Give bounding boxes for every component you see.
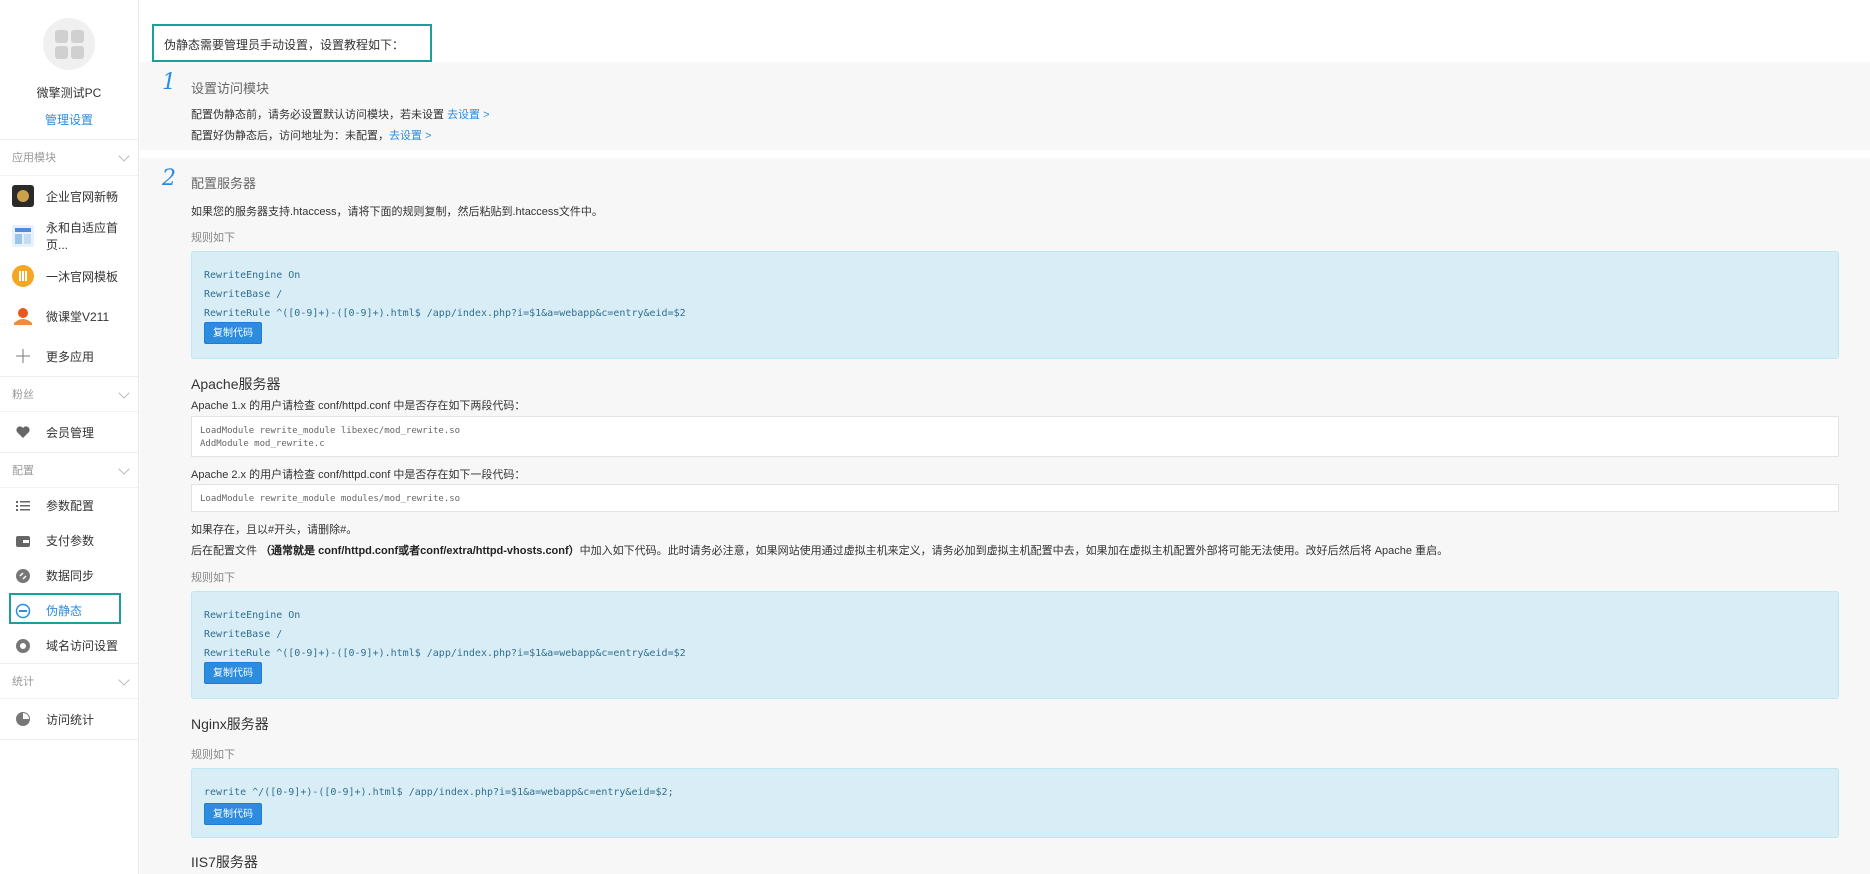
apache-note2-post: 中加入如下代码。此时请务必注意，如果网站使用通过虚拟主机来定义，请务必加到虚拟主… xyxy=(579,545,1449,557)
sidebar-item-members[interactable]: 会员管理 xyxy=(0,412,138,452)
sidebar-item-domain[interactable]: 域名访问设置 xyxy=(0,628,138,663)
apache-title: Apache服务器 xyxy=(191,376,281,392)
sidebar-item-label: 会员管理 xyxy=(46,425,95,440)
step1-line1-text: 配置伪静态前，请务必设置默认访问模块，若未设置 xyxy=(191,109,448,121)
apache-note2: 后在配置文件 （通常就是 conf/httpd.conf或者conf/extra… xyxy=(191,542,1448,558)
sidebar-item-label: 微课堂V211 xyxy=(46,309,110,324)
sidebar-item-rewrite[interactable]: 伪静态 xyxy=(0,593,138,628)
account-avatar[interactable] xyxy=(43,18,95,70)
step-1-panel: 1 设置访问模块 配置伪静态前，请务必设置默认访问模块，若未设置 去设置 > 配… xyxy=(140,62,1870,150)
payment-icon xyxy=(15,533,31,549)
heart-icon xyxy=(12,421,34,443)
sync-icon xyxy=(15,568,31,584)
apache-code[interactable]: RewriteEngine On RewriteBase / RewriteRu… xyxy=(192,592,1838,663)
apache2-text: Apache 2.x 的用户请检查 conf/httpd.conf 中是否存在如… xyxy=(191,469,526,481)
list-icon xyxy=(15,498,31,514)
step-2-panel: 2 配置服务器 如果您的服务器支持.htaccess，请将下面的规则复制，然后粘… xyxy=(140,158,1870,874)
account-manage-link[interactable]: 管理设置 xyxy=(0,111,138,128)
nginx-code[interactable]: rewrite ^/([0-9]+)-([0-9]+).html$ /app/i… xyxy=(192,769,1838,802)
copy-code-button[interactable]: 复制代码 xyxy=(204,803,262,825)
iis-title: IIS7服务器 xyxy=(191,854,258,870)
sidebar-item-yimu[interactable]: 一沐官网模板 xyxy=(0,256,138,296)
app-icon-yonghe xyxy=(12,225,34,247)
app-icon-weiketang xyxy=(12,305,34,327)
htaccess-code-box: RewriteEngine On RewriteBase / RewriteRu… xyxy=(191,251,1839,359)
sidebar-item-label: 一沐官网模板 xyxy=(46,269,119,284)
sidebar-item-payment[interactable]: 支付参数 xyxy=(0,523,138,558)
sidebar-item-label: 参数配置 xyxy=(46,499,95,513)
apache-note2-pre: 后在配置文件 xyxy=(191,545,261,557)
sidebar-group-config[interactable]: 配置 xyxy=(0,452,138,488)
rules-label: 规则如下 xyxy=(191,749,235,761)
sidebar-item-label: 更多应用 xyxy=(46,349,95,364)
nginx-code-box: rewrite ^/([0-9]+)-([0-9]+).html$ /app/i… xyxy=(191,768,1839,838)
app-icon-yimu xyxy=(12,265,34,287)
chevron-down-icon xyxy=(118,463,130,475)
sidebar-item-label: 数据同步 xyxy=(46,569,95,583)
sidebar-item-yonghe[interactable]: 永和自适应首页... xyxy=(0,216,138,256)
sidebar-item-visit-stats[interactable]: 访问统计 xyxy=(0,699,138,739)
chevron-down-icon xyxy=(118,387,130,399)
step-number: 1 xyxy=(162,70,176,95)
nginx-title: Nginx服务器 xyxy=(191,716,269,732)
sidebar-item-label: 支付参数 xyxy=(46,534,95,548)
sidebar-group-fans[interactable]: 粉丝 xyxy=(0,376,138,412)
rewrite-icon xyxy=(15,603,31,619)
step-number: 2 xyxy=(162,166,176,191)
apache-note1: 如果存在，且以#开头，请删除#。 xyxy=(191,524,358,536)
sidebar-item-sync[interactable]: 数据同步 xyxy=(0,558,138,593)
rules-label: 规则如下 xyxy=(191,572,235,584)
sidebar-group-apps[interactable]: 应用模块 xyxy=(0,140,138,176)
apache-code-box: RewriteEngine On RewriteBase / RewriteRu… xyxy=(191,591,1839,699)
chevron-down-icon xyxy=(118,150,130,162)
htaccess-code[interactable]: RewriteEngine On RewriteBase / RewriteRu… xyxy=(192,252,1838,323)
apache-note2-bold: （通常就是 conf/httpd.conf或者conf/extra/httpd-… xyxy=(260,545,580,557)
sidebar: 微擎测试PC 管理设置 应用模块 企业官网新畅 永和自适应首页... 一沐官网模… xyxy=(0,0,139,874)
sidebar-item-params[interactable]: 参数配置 xyxy=(0,488,138,523)
goto-settings-link[interactable]: 去设置 > xyxy=(389,130,431,142)
step-title: 设置访问模块 xyxy=(191,81,270,96)
sidebar-item-weiketang[interactable]: 微课堂V211 xyxy=(0,296,138,336)
apache1-text: Apache 1.x 的用户请检查 conf/httpd.conf 中是否存在如… xyxy=(191,400,526,412)
sidebar-group-title: 统计 xyxy=(12,676,34,688)
app-icon-enterprise xyxy=(12,185,34,207)
plus-icon xyxy=(12,345,34,367)
step1-line2: 配置好伪静态后，访问地址为：未配置，去设置 > xyxy=(191,127,431,143)
sidebar-item-enterprise[interactable]: 企业官网新畅 xyxy=(0,176,138,216)
stats-icon xyxy=(12,708,34,730)
sidebar-item-label: 永和自适应首页... xyxy=(46,221,119,252)
rules-label: 规则如下 xyxy=(191,232,235,244)
sidebar-item-label: 伪静态 xyxy=(46,604,83,618)
grid-icon xyxy=(54,29,84,59)
sidebar-group-stats[interactable]: 统计 xyxy=(0,663,138,699)
copy-code-button[interactable]: 复制代码 xyxy=(204,662,262,684)
account-name: 微擎测试PC xyxy=(36,86,102,100)
chevron-down-icon xyxy=(118,674,130,686)
copy-code-button[interactable]: 复制代码 xyxy=(204,322,262,344)
step2-intro: 如果您的服务器支持.htaccess，请将下面的规则复制，然后粘贴到.htacc… xyxy=(191,206,603,218)
sidebar-divider xyxy=(0,739,138,740)
domain-icon xyxy=(15,638,31,654)
notice-box: 伪静态需要管理员手动设置，设置教程如下： xyxy=(152,24,432,62)
sidebar-item-more-apps[interactable]: 更多应用 xyxy=(0,336,138,376)
apache2-code[interactable]: LoadModule rewrite_module modules/mod_re… xyxy=(191,484,1839,512)
sidebar-item-label: 访问统计 xyxy=(46,712,95,727)
step-title: 配置服务器 xyxy=(191,176,257,191)
goto-settings-link[interactable]: 去设置 > xyxy=(447,109,489,121)
apache1-code[interactable]: LoadModule rewrite_module libexec/mod_re… xyxy=(191,416,1839,457)
main-content: 伪静态需要管理员手动设置，设置教程如下： 1 设置访问模块 配置伪静态前，请务必… xyxy=(140,0,1870,874)
account-panel: 微擎测试PC 管理设置 xyxy=(0,0,138,140)
sidebar-group-title: 应用模块 xyxy=(12,152,56,164)
step1-line2-text: 配置好伪静态后，访问地址为：未配置， xyxy=(191,130,389,142)
sidebar-group-title: 配置 xyxy=(12,465,34,477)
sidebar-item-label: 企业官网新畅 xyxy=(46,189,119,204)
sidebar-item-label: 域名访问设置 xyxy=(46,639,119,653)
step1-line1: 配置伪静态前，请务必设置默认访问模块，若未设置 去设置 > xyxy=(191,106,490,122)
sidebar-group-title: 粉丝 xyxy=(12,389,34,401)
